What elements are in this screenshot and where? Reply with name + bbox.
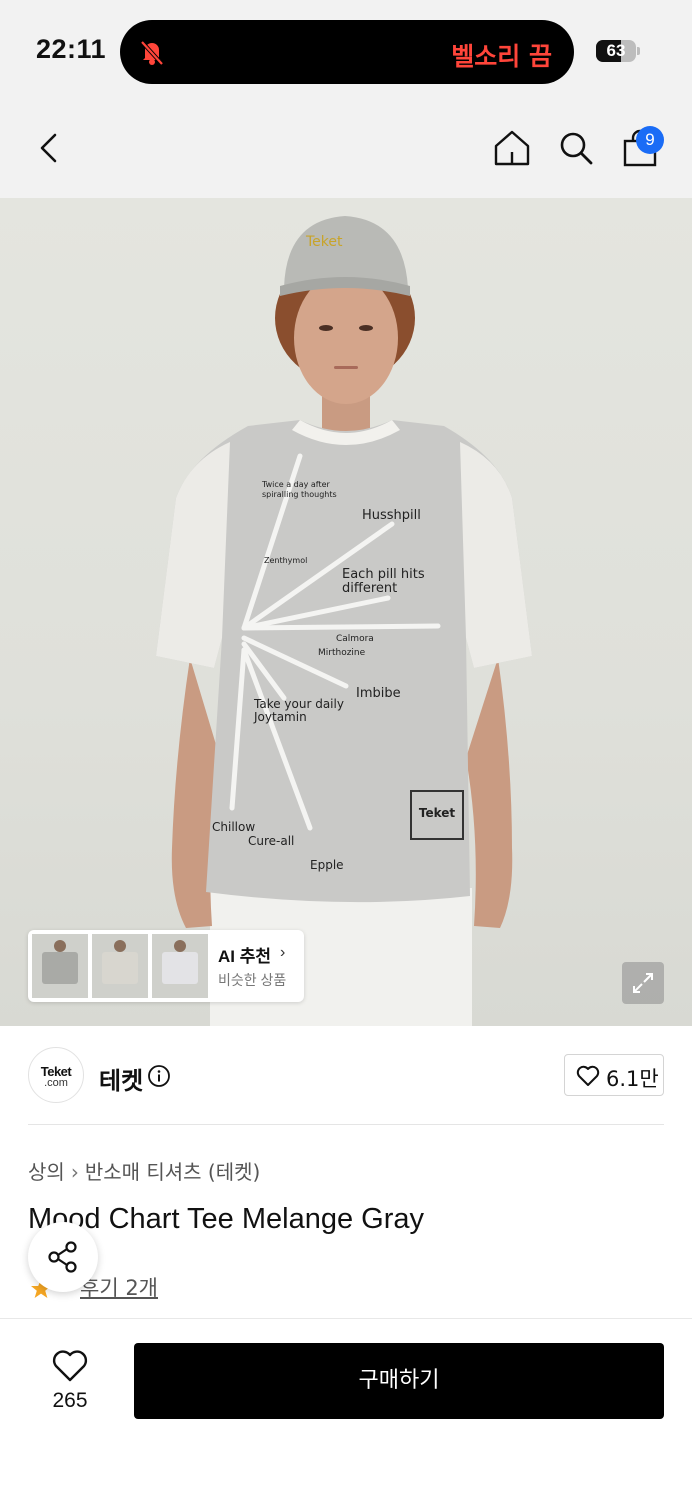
ai-recommendation-title: AI 추천 [218,947,272,966]
tee-print-text: Take your daily Joytamin [254,697,344,724]
tee-print: Twice a day after spiralling thoughts Hu… [0,198,692,1026]
battery-level: 63 [606,41,626,60]
wishlist-button[interactable]: 265 [30,1349,110,1419]
breadcrumb-item[interactable]: 반소매 티셔츠 (테켓) [85,1160,261,1184]
brand-name[interactable]: 테켓 [99,1061,143,1096]
tee-print-text: Husshpill [362,508,421,523]
recommendation-thumbnail[interactable] [32,934,88,998]
bell-slash-icon [140,40,164,66]
recommendation-thumbnail[interactable] [92,934,148,998]
share-button[interactable] [28,1222,98,1292]
home-icon[interactable] [492,128,532,168]
tee-print-text: Zenthymol [264,556,308,565]
tee-print-text: Cure-all [248,834,295,848]
heart-icon [52,1350,88,1382]
chevron-right-icon: › [70,1160,79,1184]
tee-print-text: Twice a day after spiralling thoughts [262,480,337,499]
status-bar: 22:11 벨소리 끔 63 [0,0,692,100]
battery-icon: 63 [596,40,636,62]
brand-like-button[interactable]: 6.1만 [564,1054,664,1096]
buy-button[interactable]: 구매하기 [134,1343,664,1419]
brand-like-count: 6.1만 [606,1067,659,1091]
status-time: 22:11 [36,34,107,64]
tee-print-text: Epple [310,858,344,872]
tee-print-text: Mirthozine [318,648,366,658]
heart-icon [576,1065,600,1086]
recommendation-thumbnail[interactable] [152,934,208,998]
ai-recommendation-subtitle: 비슷한 상품 [218,972,287,988]
cart-count-badge: 9 [636,126,664,154]
bottom-action-bar: 265 구매하기 [0,1318,692,1500]
tee-logo-print: Teket [410,790,464,840]
search-icon[interactable] [556,128,596,168]
chevron-right-icon: › [280,944,286,961]
tee-print-text: Chillow [212,820,256,834]
ai-recommendation-card[interactable]: AI 추천 › 비슷한 상품 [28,930,304,1002]
product-image[interactable]: Teket Twice a day after spiralling thoug… [0,198,692,1026]
share-icon [48,1241,77,1273]
back-chevron-icon[interactable] [30,128,70,168]
breadcrumb-item[interactable]: 상의 [28,1160,65,1184]
silent-mode-label: 벨소리 끔 [451,42,552,71]
info-icon[interactable] [147,1064,171,1088]
tee-print-text: Each pill hits different [342,567,425,596]
tee-print-text: Imbibe [356,686,401,701]
wishlist-count: 265 [52,1389,88,1412]
divider [28,1124,664,1125]
expand-icon [633,973,653,993]
brand-logo[interactable]: Teket .com [28,1047,84,1103]
top-nav-bar [0,100,692,198]
breadcrumb: 상의 › 반소매 티셔츠 (테켓) [28,1156,260,1185]
tee-print-text: Calmora [336,634,374,644]
expand-image-button[interactable] [622,962,664,1004]
dynamic-island: 벨소리 끔 [120,20,574,84]
